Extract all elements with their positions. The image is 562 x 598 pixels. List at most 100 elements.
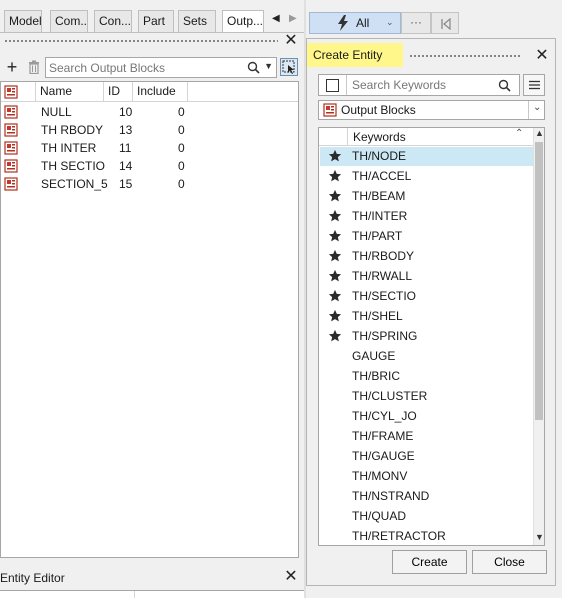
star-icon[interactable]: [328, 269, 342, 283]
keyword-item[interactable]: TH/BRIC: [320, 366, 533, 386]
keywords-header[interactable]: Keywords ⌃: [319, 128, 533, 146]
tab-components[interactable]: Com...: [50, 10, 88, 32]
keyword-item[interactable]: TH/BEAM: [320, 186, 533, 206]
search-keywords-input[interactable]: Search Keywords: [318, 74, 520, 96]
keyword-label: TH/BRIC: [352, 369, 400, 383]
keyword-item[interactable]: TH/GAUGE: [320, 446, 533, 466]
dropdown-divider: [528, 101, 529, 119]
keyword-item[interactable]: TH/FRAME: [320, 426, 533, 446]
filter-all-label: All: [356, 16, 370, 30]
scrollbar-thumb[interactable]: [535, 142, 543, 420]
keyword-label: TH/RWALL: [352, 269, 413, 283]
star-icon[interactable]: [328, 189, 342, 203]
keyword-item[interactable]: TH/SECTIO: [320, 286, 533, 306]
more-options-button[interactable]: ···: [401, 12, 431, 34]
keyword-item[interactable]: TH/PART: [320, 226, 533, 246]
keyword-label: TH/FRAME: [352, 429, 414, 443]
star-icon[interactable]: [328, 229, 342, 243]
keyword-item[interactable]: TH/NSTRAND: [320, 486, 533, 506]
row-include: 0: [178, 141, 185, 155]
delete-icon[interactable]: [26, 59, 42, 75]
keyword-item[interactable]: TH/SPRING: [320, 326, 533, 346]
keywords-scrollbar[interactable]: ▲ ▼: [533, 128, 544, 545]
star-icon[interactable]: [328, 289, 342, 303]
left-panel: Model Com... Con... Part Sets Outp... ◀ …: [0, 0, 304, 598]
collapse-button[interactable]: [431, 12, 459, 34]
keyword-item[interactable]: TH/RWALL: [320, 266, 533, 286]
scroll-up-icon[interactable]: ▲: [535, 128, 544, 138]
tab-scroll-right-icon[interactable]: ▶: [289, 13, 297, 24]
keyword-item[interactable]: TH/CYL_JO: [320, 406, 533, 426]
table-header: Name ID Include: [1, 82, 298, 102]
keyword-label: TH/SHEL: [352, 309, 403, 323]
table-row[interactable]: TH RBODY 13 0: [1, 121, 298, 139]
table-body: NULL 10 0 TH RBODY 13 0 TH INTER 11 0 TH SECTIO 14…: [1, 103, 298, 557]
star-icon[interactable]: [328, 249, 342, 263]
output-block-icon: [4, 159, 18, 173]
keyword-item[interactable]: TH/RBODY: [320, 246, 533, 266]
keyword-label: TH/CYL_JO: [352, 409, 417, 423]
search-icon[interactable]: [498, 79, 511, 95]
scroll-down-icon[interactable]: ▼: [535, 532, 544, 542]
keyword-item[interactable]: TH/QUAD: [320, 506, 533, 526]
close-icon[interactable]: ✕: [535, 48, 549, 64]
add-icon[interactable]: +: [4, 58, 20, 76]
row-include: 0: [178, 123, 185, 137]
column-include[interactable]: Include: [133, 82, 188, 101]
row-id: 11: [119, 141, 132, 155]
close-icon[interactable]: ✕: [284, 569, 298, 585]
entity-editor-title: Entity Editor: [0, 571, 65, 585]
tab-sets[interactable]: Sets: [178, 10, 216, 32]
tab-strip-baseline: [0, 32, 304, 33]
table-row[interactable]: TH INTER 11 0: [1, 139, 298, 157]
sort-up-icon[interactable]: ⌃: [515, 128, 523, 139]
star-icon[interactable]: [328, 309, 342, 323]
panel-grip[interactable]: [4, 38, 278, 44]
keyword-item[interactable]: TH/RETRACTOR: [320, 526, 533, 545]
close-button[interactable]: Close: [472, 550, 547, 574]
create-button[interactable]: Create: [392, 550, 467, 574]
keyword-item[interactable]: TH/SHEL: [320, 306, 533, 326]
tab-contacts[interactable]: Con...: [94, 10, 132, 32]
keyword-item[interactable]: TH/CLUSTER: [320, 386, 533, 406]
entity-type-dropdown[interactable]: Output Blocks ⌄: [318, 100, 545, 120]
dialog-grip[interactable]: [409, 53, 521, 59]
filter-all-button[interactable]: All ⌄: [309, 12, 401, 34]
tab-parts[interactable]: Part: [138, 10, 174, 32]
keyword-item[interactable]: GAUGE: [320, 346, 533, 366]
keyword-item[interactable]: TH/NODE: [320, 147, 533, 166]
keyword-item[interactable]: TH/ACCEL: [320, 166, 533, 186]
tab-output[interactable]: Outp...: [222, 10, 264, 33]
star-icon[interactable]: [328, 329, 342, 343]
tab-scroll-left-icon[interactable]: ◀: [272, 13, 280, 24]
keyword-label: TH/BEAM: [352, 189, 406, 203]
output-block-icon: [323, 103, 337, 117]
output-block-icon: [4, 123, 18, 137]
search-placeholder: Search Keywords: [352, 78, 447, 92]
keywords-list: Keywords ⌃ TH/NODE TH/ACCEL TH/BEAM TH/INTE…: [318, 127, 545, 546]
select-all-checkbox[interactable]: [326, 79, 339, 92]
search-icon[interactable]: [247, 61, 260, 77]
chevron-down-icon[interactable]: ▼: [264, 61, 273, 71]
table-row[interactable]: NULL 10 0: [1, 103, 298, 121]
keyword-item[interactable]: TH/INTER: [320, 206, 533, 226]
star-icon[interactable]: [328, 149, 342, 163]
row-include: 0: [178, 159, 185, 173]
tab-model[interactable]: Model: [4, 10, 42, 32]
star-icon[interactable]: [328, 169, 342, 183]
list-view-button[interactable]: [523, 74, 545, 96]
create-entity-title: Create Entity: [307, 43, 403, 67]
table-row[interactable]: SECTION_5 15 0: [1, 175, 298, 193]
table-row[interactable]: TH SECTIO 14 0: [1, 157, 298, 175]
skip-back-icon: [441, 18, 451, 30]
keyword-item[interactable]: TH/MONV: [320, 466, 533, 486]
column-id[interactable]: ID: [104, 82, 133, 101]
star-icon[interactable]: [328, 209, 342, 223]
search-output-blocks-input[interactable]: Search Output Blocks ▼: [45, 57, 277, 78]
close-icon[interactable]: ✕: [284, 33, 298, 49]
column-name[interactable]: Name: [36, 82, 104, 101]
output-block-icon: [4, 177, 18, 191]
row-include: 0: [178, 177, 185, 191]
select-entity-icon[interactable]: [280, 58, 298, 76]
keyword-label: TH/NODE: [352, 149, 406, 163]
